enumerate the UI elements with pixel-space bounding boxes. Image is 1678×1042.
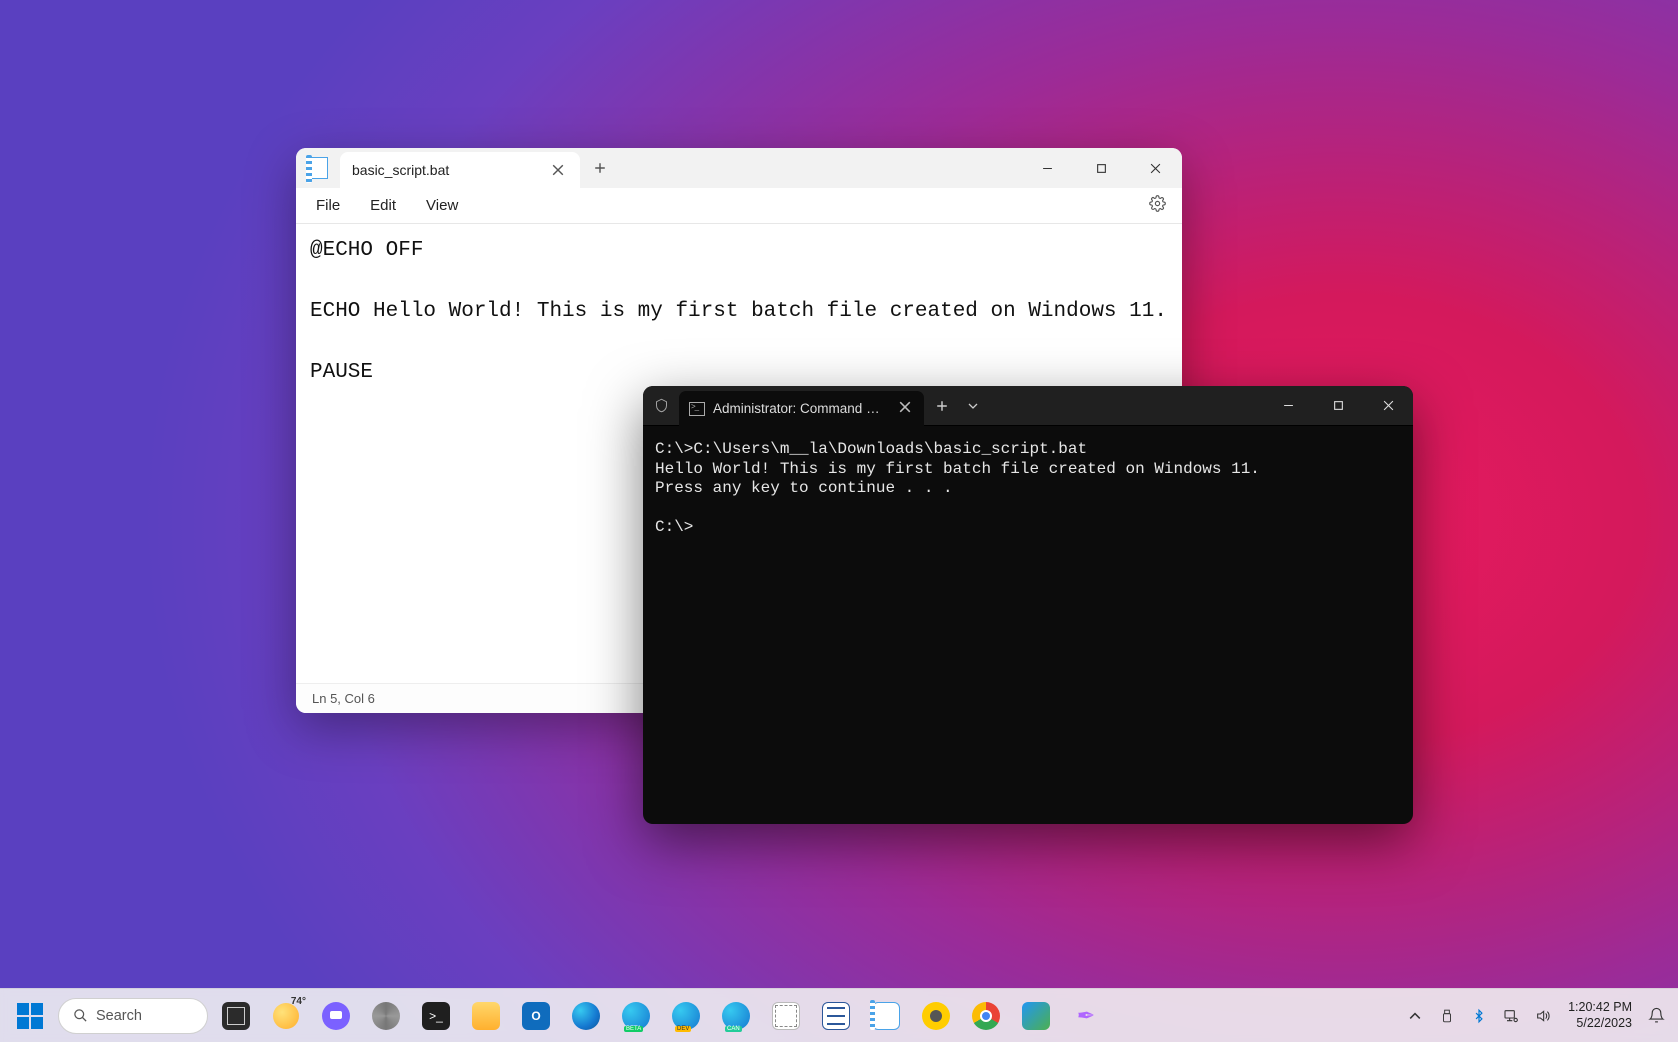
taskbar-notepad[interactable] [864,994,908,1038]
outlook-icon: O [522,1002,550,1030]
terminal-new-tab-button[interactable] [924,386,960,425]
terminal-minimize-button[interactable] [1263,386,1313,425]
taskbar: Search 74° >_ O ✒ [0,988,1678,1042]
snipping-icon [772,1002,800,1030]
taskview-icon [222,1002,250,1030]
taskbar-chrome-canary[interactable] [914,994,958,1038]
notepad-new-tab-button[interactable] [580,148,620,188]
terminal-tab-dropdown-icon[interactable] [960,386,986,425]
folder-icon [472,1002,500,1030]
start-button[interactable] [8,994,52,1038]
tray-usb-icon[interactable] [1432,994,1462,1038]
taskbar-terminal[interactable]: >_ [414,994,458,1038]
notepad-tab-close-icon[interactable] [548,160,568,180]
taskbar-app-wc[interactable] [1014,994,1058,1038]
terminal-tab[interactable]: Administrator: Command Pro [679,391,924,426]
notepad-tab[interactable]: basic_script.bat [340,152,580,188]
search-icon [73,1008,88,1023]
notepad-maximize-button[interactable] [1074,148,1128,188]
taskbar-chat[interactable] [314,994,358,1038]
brush-icon: ✒ [1072,1002,1100,1030]
taskbar-brush[interactable]: ✒ [1064,994,1108,1038]
notepad-titlebar[interactable]: basic_script.bat [296,148,1182,188]
terminal-tab-close-icon[interactable] [896,401,914,416]
settings-icon [372,1002,400,1030]
taskbar-edge-dev[interactable] [664,994,708,1038]
taskbar-clock[interactable]: 1:20:42 PM 5/22/2023 [1560,1000,1640,1031]
search-label: Search [96,1008,142,1024]
chat-icon [322,1002,350,1030]
edge-canary-icon [722,1002,750,1030]
edge-icon [572,1002,600,1030]
notification-center-icon[interactable] [1642,994,1670,1038]
taskbar-outlook[interactable]: O [514,994,558,1038]
clock-time: 1:20:42 PM [1568,1000,1632,1016]
notepad-icon [872,1002,900,1030]
taskbar-snipping[interactable] [764,994,808,1038]
terminal-output[interactable]: C:\>C:\Users\m__la\Downloads\basic_scrip… [643,426,1413,824]
chrome-canary-icon [922,1002,950,1030]
menu-view[interactable]: View [414,193,470,218]
terminal-maximize-button[interactable] [1313,386,1363,425]
tray-bluetooth-icon[interactable] [1464,994,1494,1038]
menu-edit[interactable]: Edit [358,193,408,218]
windows-logo-icon [17,1003,43,1029]
taskbar-edge[interactable] [564,994,608,1038]
notepad-menubar: File Edit View [296,188,1182,224]
terminal-close-button[interactable] [1363,386,1413,425]
cmd-icon [689,402,705,416]
terminal-tab-label: Administrator: Command Pro [713,401,882,416]
taskbar-explorer[interactable] [464,994,508,1038]
notepad-close-button[interactable] [1128,148,1182,188]
taskbar-word[interactable] [814,994,858,1038]
menu-file[interactable]: File [304,193,352,218]
taskbar-weather[interactable]: 74° [264,994,308,1038]
admin-shield-icon [643,386,679,425]
taskbar-chrome[interactable] [964,994,1008,1038]
taskbar-edge-beta[interactable] [614,994,658,1038]
notepad-tab-label: basic_script.bat [352,162,449,178]
weather-temp: 74° [291,996,306,1007]
notepad-minimize-button[interactable] [1020,148,1074,188]
notepad-app-icon [296,148,340,188]
edge-beta-icon [622,1002,650,1030]
terminal-titlebar[interactable]: Administrator: Command Pro [643,386,1413,426]
terminal-window: Administrator: Command Pro C:\>C:\Users\… [643,386,1413,824]
terminal-icon: >_ [422,1002,450,1030]
edge-dev-icon [672,1002,700,1030]
tray-volume-icon[interactable] [1528,994,1558,1038]
chrome-icon [972,1002,1000,1030]
tray-overflow[interactable] [1400,994,1430,1038]
taskbar-taskview[interactable] [214,994,258,1038]
taskbar-edge-canary[interactable] [714,994,758,1038]
taskbar-settings[interactable] [364,994,408,1038]
app-icon [1022,1002,1050,1030]
taskbar-search[interactable]: Search [58,998,208,1034]
clock-date: 5/22/2023 [1568,1016,1632,1032]
tray-network-icon[interactable] [1496,994,1526,1038]
notepad-settings-button[interactable] [1141,191,1174,220]
document-icon [822,1002,850,1030]
notepad-cursor-position: Ln 5, Col 6 [312,691,375,706]
